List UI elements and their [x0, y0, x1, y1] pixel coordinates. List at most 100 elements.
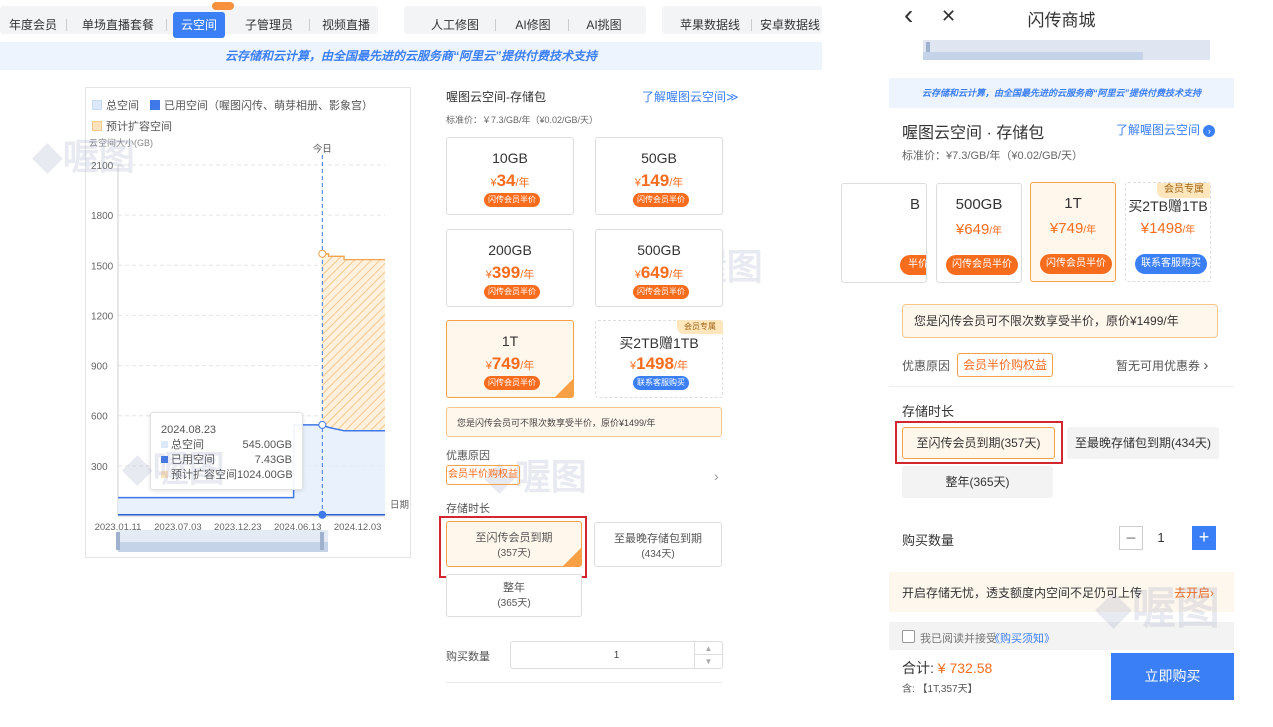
- mobile-quantity-label: 购买数量: [902, 533, 955, 548]
- mobile-duration-label: 存储时长: [902, 404, 955, 419]
- watermark-logo-icon: ◆: [122, 446, 153, 490]
- x-axis-label: 日期: [390, 500, 409, 511]
- mobile-chart-slider[interactable]: [923, 40, 1210, 60]
- mobile-total-detail: 含: 【1T,357天】: [902, 684, 978, 695]
- mobile-card-2tb-promo[interactable]: 会员专属 买2TB赠1TB ¥1498/年 联系客服购买: [1125, 182, 1211, 282]
- member-half-price-badge: 闪传会员半价: [484, 376, 540, 390]
- member-half-price-badge: 闪传会员半价: [1040, 254, 1112, 274]
- member-half-price-badge: 闪传会员半价: [484, 285, 540, 299]
- watermark: ◆喔图: [1095, 581, 1220, 634]
- purchase-terms-link[interactable]: 《购买须知》: [989, 630, 1055, 646]
- agree-checkbox[interactable]: [902, 630, 915, 643]
- package-card-2tb-promo[interactable]: 会员专属 买2TB赠1TB ¥1498/年 联系客服购买: [595, 320, 723, 398]
- tab-video-live[interactable]: 视频直播: [316, 12, 376, 38]
- tab-group-retouch: 人工修图 AI修图 AI挑图: [404, 6, 646, 34]
- member-half-price-badge: 闪传会员半价: [633, 285, 689, 299]
- mobile-duration-full-year[interactable]: 整年(365天): [902, 466, 1053, 498]
- legend-used: 已用空间（喔图闪传、萌芽相册、影象宫）: [150, 97, 373, 113]
- chevron-right-icon: ›: [1203, 357, 1209, 374]
- mobile-learn-more-link[interactable]: 了解喔图云空间 ›: [1116, 121, 1216, 138]
- tab-annual-member[interactable]: 年度会员: [6, 12, 60, 38]
- quantity-plus-button[interactable]: +: [1192, 526, 1216, 550]
- aliyun-banner: 云存储和云计算，由全国最先进的云服务商“阿里云”提供付费技术支持: [0, 42, 822, 70]
- package-card-50gb[interactable]: 50GB ¥149/年 闪传会员半价: [595, 137, 723, 215]
- duration-until-latest-package[interactable]: 至最晚存储包到期 (434天): [594, 522, 722, 567]
- watermark: ◆喔图: [32, 134, 135, 178]
- divider: [889, 386, 1234, 387]
- contact-support-buy-button[interactable]: 联系客服购买: [1135, 254, 1207, 274]
- watermark-logo-icon: ◆: [1095, 581, 1132, 634]
- zoom-slider-range: [118, 542, 328, 552]
- y-tick-label: 300: [91, 462, 108, 473]
- mobile-card-500gb[interactable]: 500GB ¥649/年 闪传会员半价: [936, 183, 1022, 283]
- point-expansion-today: [318, 249, 327, 258]
- package-card-1t[interactable]: 1T ¥749/年 闪传会员半价: [446, 320, 574, 398]
- tab-sub-admin[interactable]: 子管理员: [236, 12, 302, 38]
- mobile-member-price-note: 您是闪传会员可不限次数享受半价，原价¥1499/年: [902, 304, 1218, 338]
- contact-support-buy-button[interactable]: 联系客服购买: [633, 376, 689, 390]
- mobile-coupon-selector[interactable]: 暂无可用优惠券 ›: [1116, 357, 1208, 374]
- package-card-10gb[interactable]: 10GB ¥34/年 闪传会员半价: [446, 137, 574, 215]
- vip-exclusive-badge: 会员专属: [677, 320, 723, 334]
- duration-full-year[interactable]: 整年 (365天): [446, 574, 582, 617]
- tab-cloud-space[interactable]: 云空间: [173, 12, 225, 38]
- highlight-frame: [895, 421, 1063, 464]
- mobile-title: 闪传商城: [1027, 11, 1096, 30]
- point-total-today: [318, 420, 327, 429]
- hot-badge: [212, 2, 234, 10]
- chevron-right-icon[interactable]: ›: [714, 468, 719, 484]
- screen: 年度会员 单场直播套餐 云空间 子管理员 视频直播 人工修图 AI修图 AI挑图…: [0, 0, 1273, 727]
- y-tick-label: 600: [91, 412, 108, 423]
- legend-swatch-used: [150, 100, 160, 110]
- product-title: 喔图云空间-存储包: [446, 90, 546, 104]
- package-card-500gb[interactable]: 500GB ¥649/年 闪传会员半价: [595, 229, 723, 307]
- mobile-product-title: 喔图云空间 · 存储包: [902, 125, 1045, 142]
- y-tick-label: 1200: [91, 311, 114, 322]
- mobile-total: 合计: ¥ 732.58: [902, 660, 993, 676]
- area-expansion-space: [322, 253, 385, 431]
- divider: [446, 682, 722, 683]
- tab-single-live[interactable]: 单场直播套餐: [76, 12, 160, 38]
- legend-swatch-total: [92, 100, 102, 110]
- quantity-increase-icon[interactable]: ▲: [695, 642, 722, 655]
- y-tick-label: 1500: [91, 261, 114, 272]
- zoom-handle-left[interactable]: [116, 532, 120, 550]
- tab-ai-select[interactable]: AI挑图: [576, 12, 632, 38]
- package-card-200gb[interactable]: 200GB ¥399/年 闪传会员半价: [446, 229, 574, 307]
- watermark: ◆喔图: [122, 446, 225, 490]
- tab-ai-retouch[interactable]: AI修图: [504, 12, 562, 38]
- tab-group-services: 年度会员 单场直播套餐 云空间 子管理员 视频直播: [0, 2, 378, 38]
- buy-now-button[interactable]: 立即购买: [1111, 653, 1234, 700]
- quantity-input[interactable]: 1 ▲ ▼: [510, 641, 723, 669]
- product-tab-bar: 年度会员 单场直播套餐 云空间 子管理员 视频直播 人工修图 AI修图 AI挑图…: [0, 0, 822, 40]
- mobile-duration-until-latest[interactable]: 至最晚存储包到期(434天): [1067, 427, 1219, 459]
- mobile-card-1t[interactable]: 1T ¥749/年 闪传会员半价: [1030, 182, 1116, 282]
- zoom-handle-right[interactable]: [320, 532, 324, 550]
- y-tick-label: 1800: [91, 211, 114, 222]
- legend-total: 总空间: [92, 97, 139, 113]
- mobile-discount-tag: 会员半价购权益: [957, 353, 1053, 377]
- mobile-card-partial[interactable]: B 半价: [841, 183, 927, 283]
- quantity-label: 购买数量: [446, 651, 490, 663]
- highlight-frame: [439, 516, 587, 578]
- mobile-discount-label: 优惠原因: [902, 359, 951, 373]
- chevron-circle-icon: ›: [1203, 125, 1216, 137]
- tab-manual-retouch[interactable]: 人工修图: [424, 12, 486, 38]
- mobile-shop-screen: ‹ ✕ 闪传商城 云存储和云计算，由全国最先进的云服务商“阿里云”提供付费技术支…: [841, 0, 1234, 700]
- y-tick-label: 900: [91, 362, 108, 373]
- quantity-decrease-icon[interactable]: ▼: [695, 655, 722, 668]
- selected-check-icon: [555, 379, 573, 397]
- quantity-minus-button[interactable]: −: [1119, 526, 1143, 550]
- tab-android-cable[interactable]: 安卓数据线: [758, 12, 822, 38]
- discount-tag: 会员半价购权益: [446, 465, 520, 485]
- member-half-price-badge: 闪传会员半价: [484, 193, 540, 207]
- x-tick-label: 2024.12.03: [334, 522, 382, 533]
- tooltip-date: 2024.08.23: [161, 424, 217, 436]
- standard-price: 标准价：￥7.3/GB/年（¥0.02/GB/天）: [446, 115, 599, 125]
- chart-plot: 云空间大小(GB)30060090012001500180021002023.0…: [89, 137, 409, 552]
- tab-apple-cable[interactable]: 苹果数据线: [678, 12, 742, 38]
- member-half-price-badge: 闪传会员半价: [946, 255, 1018, 275]
- learn-more-link[interactable]: 了解喔图云空间≫: [642, 88, 739, 105]
- discount-reason-label: 优惠原因: [446, 450, 490, 462]
- member-half-price-badge: 闪传会员半价: [633, 193, 689, 207]
